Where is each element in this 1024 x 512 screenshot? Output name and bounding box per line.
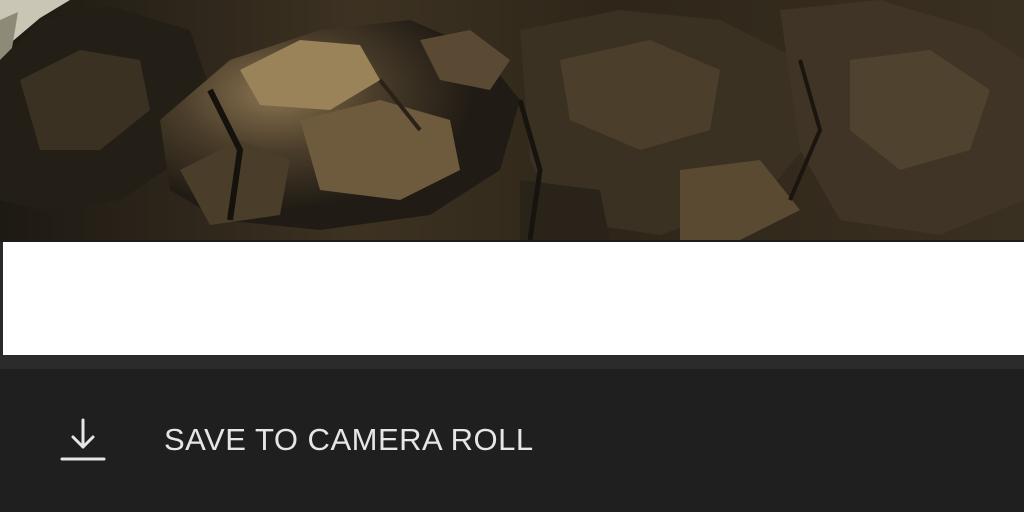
rock-photo — [0, 0, 1024, 240]
app-screen: SAVE TO CAMERA ROLL — [0, 0, 1024, 512]
white-banner — [0, 240, 1024, 355]
action-sheet: SAVE TO CAMERA ROLL — [0, 369, 1024, 512]
save-to-camera-roll-button[interactable]: SAVE TO CAMERA ROLL — [0, 393, 1024, 485]
divider — [0, 355, 1024, 369]
download-icon — [60, 418, 106, 461]
save-to-camera-roll-label: SAVE TO CAMERA ROLL — [164, 422, 534, 457]
